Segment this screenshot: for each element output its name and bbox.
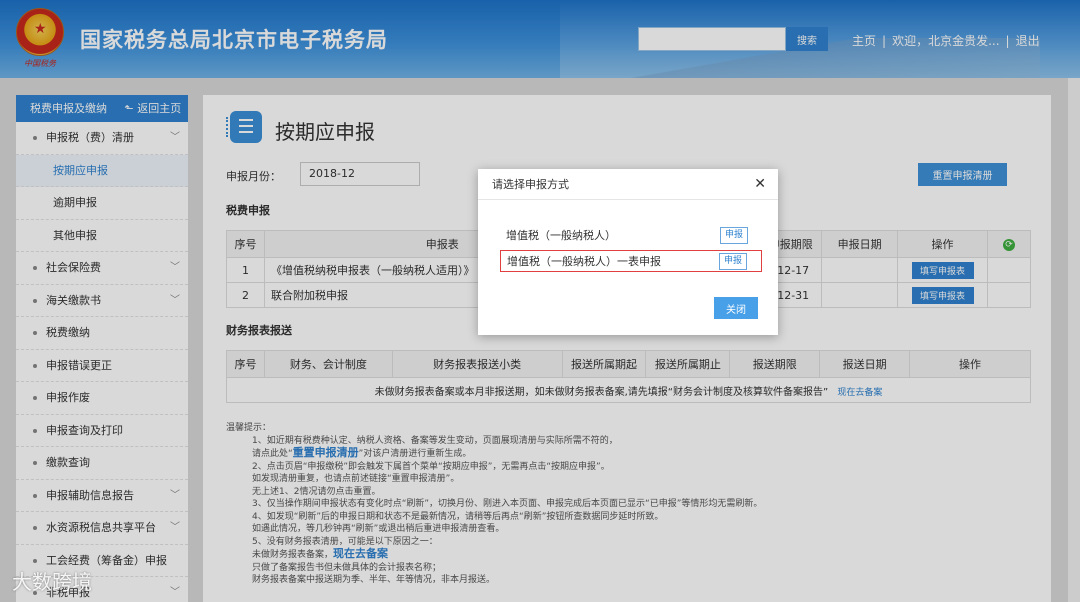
dialog-header: 请选择申报方式 ✕ bbox=[478, 169, 778, 200]
dialog-title: 请选择申报方式 bbox=[492, 178, 569, 191]
option-label: 增值税（一般纳税人） bbox=[506, 229, 616, 242]
declare-button[interactable]: 申报 bbox=[720, 227, 748, 244]
close-icon[interactable]: ✕ bbox=[754, 169, 766, 200]
watermark: 大数跨境 bbox=[12, 570, 92, 594]
declare-button[interactable]: 申报 bbox=[719, 253, 747, 270]
declare-method-dialog: 请选择申报方式 ✕ 增值税（一般纳税人） 申报 增值税（一般纳税人）一表申报 申… bbox=[478, 169, 778, 335]
option-vat-one-form: 增值税（一般纳税人）一表申报 申报 bbox=[500, 250, 762, 272]
close-button[interactable]: 关闭 bbox=[714, 297, 758, 319]
option-label: 增值税（一般纳税人）一表申报 bbox=[507, 255, 661, 268]
option-vat-general: 增值税（一般纳税人） 申报 bbox=[500, 225, 762, 247]
